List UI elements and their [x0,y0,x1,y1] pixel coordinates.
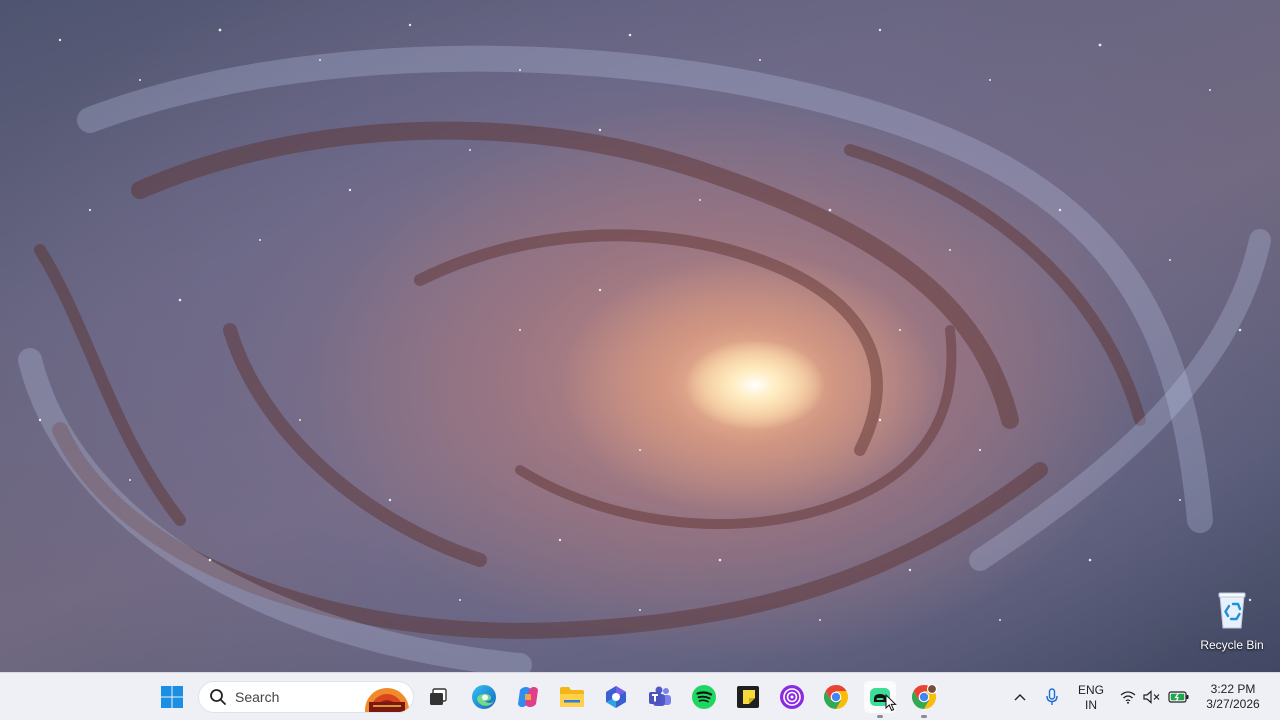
task-view-icon [430,688,447,705]
teams-icon [649,686,671,706]
running-indicator [921,715,927,718]
taskbar-app-task-view[interactable] [422,681,454,713]
desktop-icon-recycle-bin[interactable]: Recycle Bin [1196,590,1268,662]
spotify-icon [692,685,716,709]
chrome-icon [823,685,849,709]
search-placeholder: Search [235,689,280,705]
taskbar-app-spotify[interactable] [688,681,720,713]
language-line1: ENG [1077,683,1104,697]
wifi-icon [1120,691,1136,704]
tray-battery-button[interactable] [1166,673,1192,720]
clock-date: 3/27/2026 [1206,697,1260,711]
taskbar-app-sticky-notes[interactable] [732,681,764,713]
windows-start-icon [161,686,183,708]
edge-icon [472,685,496,709]
purple-circle-app-icon [780,685,804,709]
taskbar-app-microsoft-365[interactable] [600,681,632,713]
start-button[interactable] [156,681,188,713]
chevron-up-icon [1014,694,1026,701]
taskbar: Search ENG IN 3:22 PM 3/27/2026 [0,672,1280,720]
clock-time: 3:22 PM [1210,682,1256,696]
folder-icon [560,687,584,707]
running-indicator [877,715,883,718]
copilot-icon [518,687,538,707]
microphone-icon [1046,688,1058,705]
desktop-wallpaper [0,0,1280,672]
language-line2: IN [1085,698,1097,712]
mouse-cursor-icon [885,694,897,712]
tray-volume-button[interactable] [1142,673,1162,720]
chrome-profile-icon [911,684,937,709]
language-indicator[interactable]: ENG IN [1074,683,1108,713]
galaxy-wallpaper-art [18,23,1271,672]
tray-microphone-button[interactable] [1040,673,1064,720]
taskbar-app-purple[interactable] [776,681,808,713]
taskbar-app-edge[interactable] [468,681,500,713]
taskbar-app-copilot[interactable] [512,681,544,713]
sticky-notes-icon [737,686,759,708]
volume-muted-icon [1143,690,1160,704]
taskbar-app-chrome-profile[interactable] [908,681,940,718]
m365-icon [606,686,626,708]
tray-wifi-button[interactable] [1118,673,1138,720]
battery-charging-icon [1168,691,1189,703]
search-highlight-art-icon [365,688,409,712]
search-box[interactable]: Search [198,681,414,713]
tray-overflow-button[interactable] [1008,673,1032,720]
taskbar-app-teams[interactable] [644,681,676,713]
system-clock[interactable]: 3:22 PM 3/27/2026 [1198,682,1268,712]
recycle-bin-icon [1217,590,1247,630]
taskbar-app-file-explorer[interactable] [556,681,588,713]
taskbar-app-chrome[interactable] [820,681,852,713]
desktop-icon-label: Recycle Bin [1200,638,1264,652]
search-icon [210,689,226,705]
